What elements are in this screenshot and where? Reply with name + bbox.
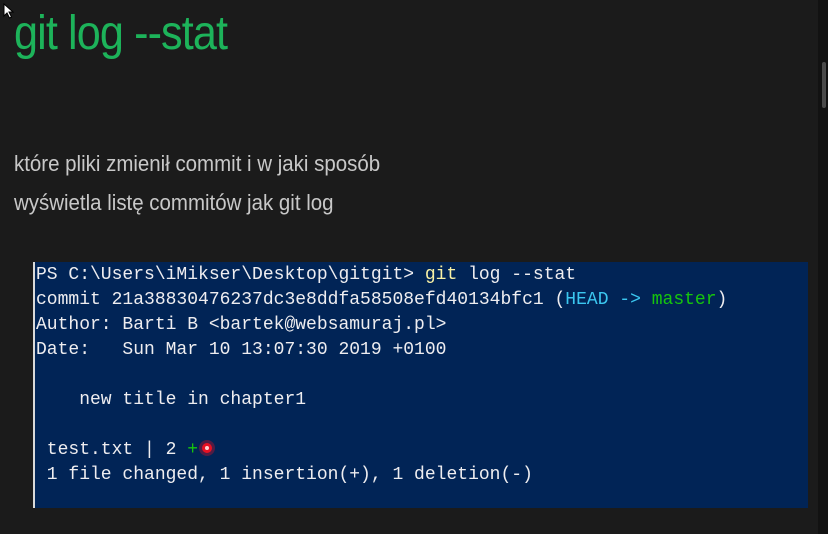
terminal-message-line: new title in chapter1	[36, 390, 307, 410]
click-indicator-icon	[202, 443, 213, 454]
terminal-summary-line: 1 file changed, 1 insertion(+), 1 deleti…	[36, 465, 533, 485]
powershell-terminal[interactable]: PS C:\Users\iMikser\Desktop\gitgit> git …	[33, 262, 808, 508]
terminal-author-line: Author: Barti B <bartek@websamuraj.pl>	[36, 315, 447, 335]
stat-file: test.txt | 2	[36, 440, 188, 460]
terminal-date-line: Date: Sun Mar 10 13:07:30 2019 +0100	[36, 340, 447, 360]
stat-plus: +	[187, 440, 199, 460]
presentation-slide: git log --stat które pliki zmienił commi…	[0, 0, 828, 534]
slide-subtitle-line-2: wyświetla listę commitów jak git log	[14, 190, 334, 215]
terminal-command: git	[424, 265, 458, 285]
terminal-command-line: PS C:\Users\iMikser\Desktop\gitgit> git …	[36, 263, 576, 288]
terminal-left-border	[33, 262, 35, 508]
head-ref: HEAD ->	[565, 290, 641, 310]
slide-subtitle-line-1: które pliki zmienił commit i w jaki spos…	[14, 151, 381, 176]
branch-name: master	[640, 290, 717, 310]
commit-hash: commit 21a38830476237dc3e8ddfa58508efd40…	[36, 290, 566, 310]
slide-title: git log --stat	[14, 7, 228, 60]
terminal-command-args: log --stat	[457, 265, 577, 285]
scrollbar[interactable]	[818, 0, 828, 534]
terminal-stat-line: test.txt | 2 +	[36, 438, 213, 463]
scrollbar-thumb[interactable]	[822, 62, 826, 108]
terminal-prompt: PS C:\Users\iMikser\Desktop\gitgit>	[36, 265, 425, 285]
terminal-commit-line: commit 21a38830476237dc3e8ddfa58508efd40…	[36, 288, 727, 313]
commit-suffix: )	[716, 290, 728, 310]
